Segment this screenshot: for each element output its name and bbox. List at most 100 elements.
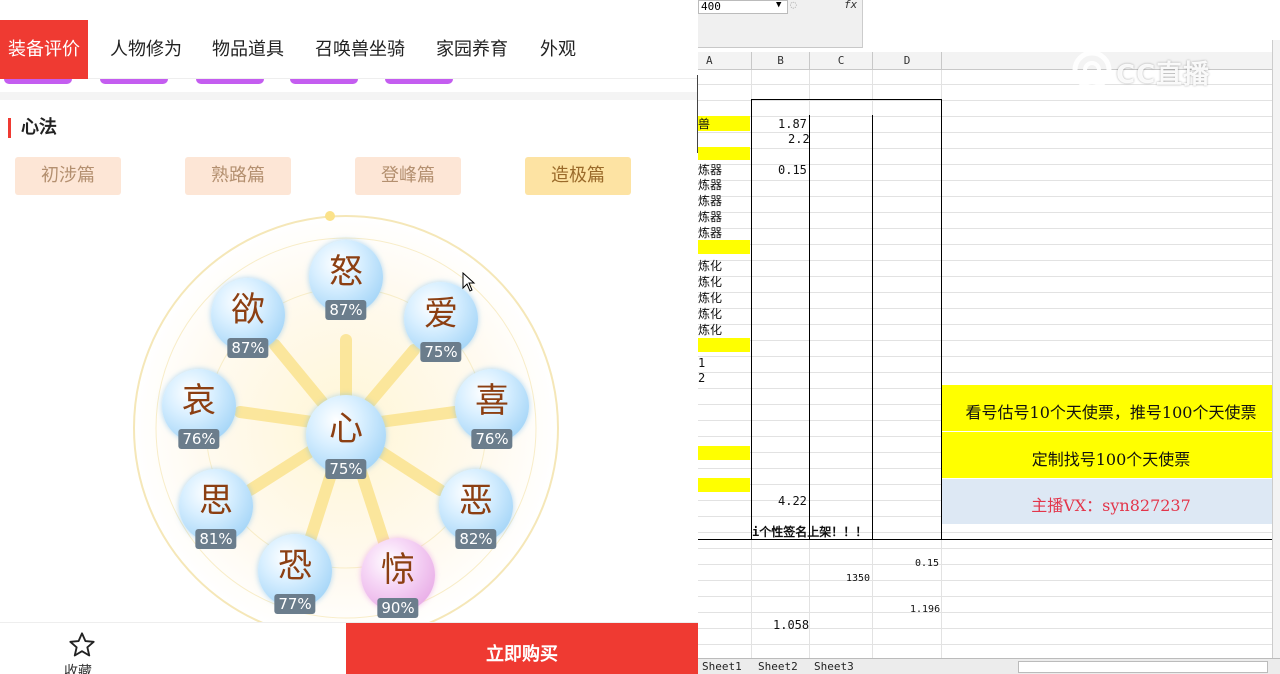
sheet-tab-bar: Sheet1 Sheet2 Sheet3 bbox=[698, 658, 1280, 674]
cell-b-value[interactable]: 1.058 bbox=[773, 618, 809, 632]
bottom-action-bar: 收藏 立即购买 bbox=[0, 622, 698, 674]
yellow-cell bbox=[698, 147, 750, 160]
cell-a-label[interactable]: 炼器 bbox=[698, 163, 722, 177]
cc-live-watermark: CC直播 bbox=[1070, 48, 1240, 92]
emotion-orb-surprise[interactable]: 惊 90% bbox=[361, 538, 435, 618]
emotion-orb-desire[interactable]: 欲 87% bbox=[211, 278, 285, 358]
row-gridline bbox=[698, 356, 1280, 357]
cell-b-value[interactable]: 4.22 bbox=[778, 494, 807, 508]
emotion-orb-joy[interactable]: 喜 76% bbox=[455, 369, 529, 449]
cell-a-label[interactable]: 炼器 bbox=[698, 226, 722, 240]
cell-a-label[interactable]: 1 bbox=[698, 356, 705, 370]
column-header-b[interactable]: B bbox=[752, 52, 810, 70]
spreadsheet-window: 400 ▼ ◌ fx A B C D 兽 炼器 炼器 炼器 炼器 炼器 炼化 炼… bbox=[698, 0, 1280, 674]
mobile-app-panel: 装备评价 人物修为 物品道具 召唤兽坐骑 家园养育 外观 心法 初涉篇 熟路篇 … bbox=[0, 0, 698, 674]
row-gridline bbox=[698, 324, 1280, 325]
orb-percent: 76% bbox=[178, 429, 220, 449]
cell-a-label[interactable]: 炼化 bbox=[698, 291, 722, 305]
emotion-orb-anger[interactable]: 怒 87% bbox=[309, 240, 383, 320]
orb-percent: 82% bbox=[455, 529, 497, 549]
mouse-cursor-icon bbox=[462, 272, 476, 292]
cell-a-label[interactable]: 兽 bbox=[698, 117, 710, 131]
orb-character: 心 bbox=[329, 409, 363, 449]
emotion-orb-love[interactable]: 爱 75% bbox=[404, 282, 478, 362]
buy-now-button[interactable]: 立即购买 bbox=[346, 623, 698, 674]
emotion-orb-hate[interactable]: 恶 82% bbox=[439, 469, 513, 549]
emotion-orb-sorrow[interactable]: 哀 76% bbox=[162, 369, 236, 449]
formula-input[interactable] bbox=[862, 0, 1280, 48]
orb-percent: 76% bbox=[471, 429, 513, 449]
row-gridline bbox=[698, 212, 1280, 213]
formula-bar-area: 400 ▼ ◌ fx bbox=[698, 0, 1280, 48]
orb-character: 恐 bbox=[278, 546, 312, 586]
yellow-cell bbox=[698, 446, 750, 460]
sheet-tab-1[interactable]: Sheet1 bbox=[702, 660, 742, 674]
cell-a-label[interactable]: 炼器 bbox=[698, 210, 722, 224]
favorite-button[interactable]: 收藏 bbox=[0, 623, 346, 674]
star-icon bbox=[69, 632, 95, 657]
row-gridline bbox=[698, 196, 1280, 197]
orb-character: 惊 bbox=[381, 550, 415, 590]
row-gridline bbox=[698, 548, 1280, 549]
cell-b-value[interactable]: 0.15 bbox=[778, 163, 807, 177]
signature-cell[interactable]: i个性签名上架！！！ bbox=[752, 525, 867, 539]
yellow-cell bbox=[698, 240, 750, 254]
cell-a-label[interactable]: 炼器 bbox=[698, 178, 722, 192]
orb-character: 怒 bbox=[329, 252, 363, 292]
orb-character: 喜 bbox=[475, 381, 509, 421]
cell-a-label[interactable]: 炼化 bbox=[698, 307, 722, 321]
cell-a-label[interactable]: 炼化 bbox=[698, 259, 722, 273]
banner-text-contact[interactable]: 主播VX：syn827237 bbox=[942, 492, 1280, 516]
emotion-orb-thought[interactable]: 思 81% bbox=[179, 469, 253, 549]
sheet-tab-2[interactable]: Sheet2 bbox=[758, 660, 798, 674]
column-header-d[interactable]: D bbox=[873, 52, 942, 70]
sheet-tab-3[interactable]: Sheet3 bbox=[814, 660, 854, 674]
banner-text-appraise[interactable]: 看号估号10个天使票，推号100个天使票 bbox=[942, 399, 1280, 423]
column-header-c[interactable]: C bbox=[810, 52, 873, 70]
row-gridline bbox=[698, 644, 1280, 645]
dropdown-arrow-icon[interactable]: ▼ bbox=[776, 0, 781, 10]
column-header-a[interactable]: A bbox=[698, 52, 752, 70]
fx-icon[interactable]: fx bbox=[844, 0, 857, 11]
row-gridline bbox=[698, 564, 1280, 565]
orb-percent: 87% bbox=[227, 338, 269, 358]
cell-b-value[interactable]: 2.2 bbox=[788, 132, 810, 146]
row-gridline bbox=[698, 340, 1280, 341]
orb-character: 欲 bbox=[231, 290, 265, 330]
cell-a-label[interactable]: 2 bbox=[698, 371, 705, 385]
watermark-text: CC直播 bbox=[1116, 60, 1211, 90]
row-gridline bbox=[698, 372, 1280, 373]
row-gridline bbox=[698, 596, 1280, 597]
orb-percent: 87% bbox=[325, 300, 367, 320]
horizontal-scrollbar[interactable] bbox=[1018, 661, 1268, 673]
row-gridline bbox=[698, 132, 1280, 133]
cell-c-value[interactable]: 1350 bbox=[846, 572, 870, 586]
cell-a-label[interactable]: 炼化 bbox=[698, 275, 722, 289]
orb-character: 哀 bbox=[182, 381, 216, 421]
row-gridline bbox=[698, 228, 1280, 229]
cell-d-value[interactable]: 1.196 bbox=[910, 603, 940, 617]
cell-b-value[interactable]: 1.87 bbox=[778, 117, 807, 131]
orb-percent: 77% bbox=[274, 594, 316, 614]
row-gridline bbox=[698, 148, 1280, 149]
favorite-label: 收藏 bbox=[64, 664, 92, 674]
row-gridline bbox=[698, 180, 1280, 181]
emotion-orb-fear[interactable]: 恐 77% bbox=[258, 534, 332, 614]
cell-grid[interactable]: 兽 炼器 炼器 炼器 炼器 炼器 炼化 炼化 炼化 炼化 炼化 1 2 1.87… bbox=[698, 70, 1280, 658]
emotion-orb-heart[interactable]: 心 75% bbox=[306, 395, 386, 479]
yellow-cell bbox=[698, 478, 750, 492]
orb-percent: 90% bbox=[377, 598, 419, 618]
cell-a-label[interactable]: 炼化 bbox=[698, 323, 722, 337]
orb-character: 恶 bbox=[459, 481, 493, 521]
vertical-scrollbar[interactable] bbox=[1272, 40, 1280, 658]
orb-character: 思 bbox=[199, 481, 233, 521]
row-gridline bbox=[698, 580, 1280, 581]
cancel-icon[interactable]: ◌ bbox=[790, 0, 797, 11]
cc-logo-icon bbox=[1072, 50, 1112, 90]
banner-text-custom[interactable]: 定制找号100个天使票 bbox=[942, 446, 1280, 470]
cell-d-value[interactable]: 0.15 bbox=[915, 557, 939, 571]
row-gridline bbox=[698, 244, 1280, 245]
orb-percent: 81% bbox=[195, 529, 237, 549]
cell-a-label[interactable]: 炼器 bbox=[698, 194, 722, 208]
name-box[interactable]: 400 bbox=[698, 0, 788, 14]
